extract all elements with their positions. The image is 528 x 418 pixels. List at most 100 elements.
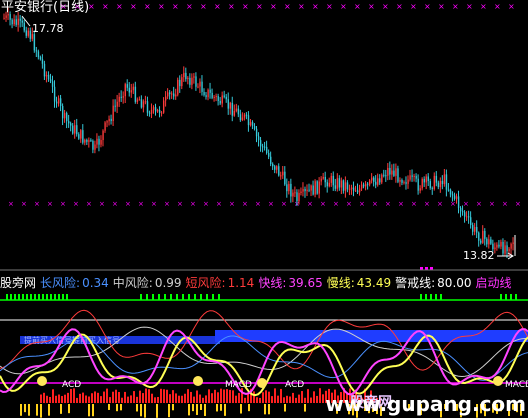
mid-marker: × [8, 200, 14, 208]
signal-bar [10, 294, 12, 300]
candle-body [98, 138, 100, 145]
mid-marker: × [229, 200, 235, 208]
candle-body [140, 99, 143, 108]
bottom-red-bar [130, 395, 132, 403]
macd-label: ACD [285, 380, 304, 390]
bottom-yellow-bar [120, 404, 122, 411]
bottom-red-bar [127, 396, 129, 403]
signal-bar [152, 294, 154, 300]
signal-bar [170, 294, 172, 300]
bottom-yellow-bar [140, 404, 142, 417]
candle-body [160, 112, 163, 114]
macd-label: ACD [62, 380, 81, 390]
bottom-red-bar [283, 397, 285, 403]
candle-body [461, 211, 464, 213]
bottom-red-bar [76, 397, 78, 403]
bottom-yellow-bar [240, 404, 242, 414]
candle-body [257, 136, 260, 141]
bottom-red-bar [226, 389, 228, 403]
candle-body [375, 181, 377, 185]
bottom-red-bar [112, 391, 114, 403]
top-marker: × [172, 2, 179, 11]
mid-marker: × [281, 200, 287, 208]
candle-body [415, 176, 417, 179]
candle-body [387, 167, 389, 176]
signal-bar [194, 294, 196, 300]
indicator-value: 80.00 [437, 276, 472, 290]
candle-body [49, 79, 52, 82]
candle-body [138, 99, 141, 101]
bottom-red-bar [178, 395, 180, 403]
bottom-red-bar [121, 397, 123, 403]
mid-marker: × [125, 200, 131, 208]
candle-body [324, 176, 326, 183]
candle-body [199, 81, 201, 87]
chart-title: 平安银行(日线) [1, 0, 90, 15]
candle-body [362, 184, 365, 187]
bottom-red-bar [235, 395, 237, 403]
candle-body [152, 107, 155, 110]
bottom-red-bar [274, 388, 276, 403]
signal-bar [212, 294, 214, 300]
candle-body [181, 77, 183, 87]
macd-label: MACD [505, 380, 528, 390]
signal-bar [515, 294, 517, 300]
bottom-red-bar [211, 393, 213, 403]
bottom-yellow-bar [284, 404, 286, 412]
top-marker: × [508, 2, 515, 11]
candle-body [506, 245, 508, 252]
candle-body [104, 122, 106, 131]
candle-body [399, 180, 401, 182]
top-marker: × [494, 2, 501, 11]
smiley-icon [37, 376, 47, 386]
candle-body [344, 182, 347, 191]
bottom-red-bar [190, 391, 192, 403]
candle-body [360, 184, 363, 189]
bottom-red-bar [70, 388, 72, 403]
candle-body [177, 79, 179, 95]
bottom-red-bar [220, 388, 222, 403]
bottom-red-bar [262, 392, 264, 403]
candle-body [171, 93, 173, 95]
top-marker: × [284, 2, 291, 11]
candle-body [80, 130, 82, 139]
candle-body [478, 232, 480, 241]
signal-bar [140, 294, 142, 300]
mid-marker: × [99, 200, 105, 208]
candle-body [338, 178, 341, 188]
candle-body [278, 166, 280, 176]
mid-marker: × [333, 200, 339, 208]
bottom-yellow-bar [220, 404, 222, 411]
candle-body [433, 175, 436, 189]
signal-bar [430, 294, 432, 300]
candle-body [57, 98, 60, 104]
bottom-red-bar [193, 396, 195, 403]
candle-body [88, 140, 90, 142]
candle-body [66, 113, 68, 122]
indicator-value: 0.99 [154, 276, 182, 290]
signal-bar [182, 294, 184, 300]
bottom-red-bar [154, 397, 156, 403]
bottom-yellow-bar [28, 404, 30, 416]
candle-body [227, 99, 230, 109]
candle-body [158, 109, 161, 114]
signal-bar [435, 294, 437, 300]
bottom-red-bar [277, 395, 279, 403]
bottom-red-bar [160, 388, 162, 403]
bottom-red-bar [295, 397, 297, 403]
candle-body [110, 118, 112, 122]
candle-body [211, 92, 213, 98]
candle-body [187, 77, 189, 80]
bottom-red-bar [94, 391, 96, 403]
candle-body [302, 189, 304, 192]
bottom-red-bar [187, 389, 189, 403]
top-marker: × [368, 2, 375, 11]
signal-bar [18, 294, 20, 300]
candle-body [106, 121, 108, 123]
bottom-red-bar [124, 391, 126, 403]
candle-body [488, 239, 490, 245]
candle-body [421, 178, 423, 189]
candle-body [92, 140, 94, 150]
mid-marker: × [346, 200, 352, 208]
bottom-red-bar [181, 395, 183, 403]
